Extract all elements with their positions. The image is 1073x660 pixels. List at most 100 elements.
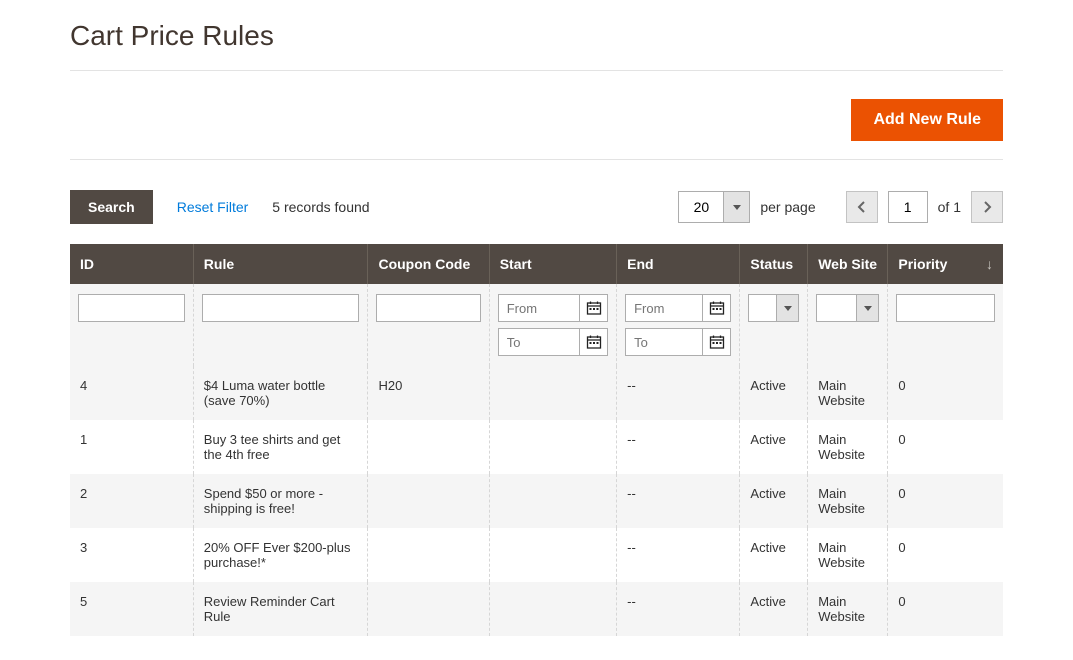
cell-rule: 20% OFF Ever $200-plus purchase!* bbox=[193, 528, 368, 582]
cell-priority: 0 bbox=[888, 366, 1003, 420]
page-title: Cart Price Rules bbox=[70, 20, 1003, 71]
chevron-left-icon bbox=[857, 201, 867, 213]
cell-start bbox=[489, 528, 616, 582]
column-header-id[interactable]: ID bbox=[70, 244, 193, 284]
filter-start-to[interactable] bbox=[498, 328, 608, 356]
table-row[interactable]: 320% OFF Ever $200-plus purchase!* --Acti… bbox=[70, 528, 1003, 582]
cell-website: Main Website bbox=[808, 474, 888, 528]
cell-website: Main Website bbox=[808, 528, 888, 582]
filter-website-select[interactable] bbox=[816, 294, 879, 322]
filter-priority-input[interactable] bbox=[896, 294, 995, 322]
filter-start-to-input[interactable] bbox=[499, 329, 579, 355]
cell-website: Main Website bbox=[808, 366, 888, 420]
cell-status: Active bbox=[740, 366, 808, 420]
cell-start bbox=[489, 474, 616, 528]
cell-coupon bbox=[368, 474, 489, 528]
cell-start bbox=[489, 366, 616, 420]
per-page-select[interactable] bbox=[678, 191, 750, 223]
cell-status: Active bbox=[740, 582, 808, 636]
cell-priority: 0 bbox=[888, 420, 1003, 474]
cell-coupon bbox=[368, 528, 489, 582]
add-new-rule-button[interactable]: Add New Rule bbox=[851, 99, 1003, 141]
reset-filter-link[interactable]: Reset Filter bbox=[177, 199, 249, 215]
cell-id: 1 bbox=[70, 420, 193, 474]
cell-end: -- bbox=[617, 366, 740, 420]
per-page-label: per page bbox=[760, 199, 815, 215]
table-row[interactable]: 5Review Reminder Cart Rule --ActiveMain W… bbox=[70, 582, 1003, 636]
cell-website: Main Website bbox=[808, 420, 888, 474]
cell-rule: $4 Luma water bottle (save 70%) bbox=[193, 366, 368, 420]
cell-end: -- bbox=[617, 582, 740, 636]
cell-priority: 0 bbox=[888, 474, 1003, 528]
chevron-right-icon bbox=[982, 201, 992, 213]
table-row[interactable]: 2Spend $50 or more - shipping is free! --… bbox=[70, 474, 1003, 528]
prev-page-button[interactable] bbox=[846, 191, 878, 223]
cell-end: -- bbox=[617, 420, 740, 474]
pager: per page of 1 bbox=[678, 191, 1003, 223]
calendar-button[interactable] bbox=[579, 329, 607, 355]
cell-priority: 0 bbox=[888, 582, 1003, 636]
calendar-button[interactable] bbox=[702, 295, 730, 321]
cell-id: 5 bbox=[70, 582, 193, 636]
column-header-priority[interactable]: Priority ↓ bbox=[888, 244, 1003, 284]
sort-arrow-icon: ↓ bbox=[986, 256, 993, 272]
cell-rule: Review Reminder Cart Rule bbox=[193, 582, 368, 636]
search-button[interactable]: Search bbox=[70, 190, 153, 224]
calendar-icon bbox=[709, 334, 725, 350]
calendar-icon bbox=[709, 300, 725, 316]
calendar-button[interactable] bbox=[579, 295, 607, 321]
filter-id-input[interactable] bbox=[78, 294, 185, 322]
filter-status-select[interactable] bbox=[748, 294, 799, 322]
next-page-button[interactable] bbox=[971, 191, 1003, 223]
column-header-priority-label: Priority bbox=[898, 256, 947, 272]
filter-end-to-input[interactable] bbox=[626, 329, 702, 355]
page-actions: Add New Rule bbox=[70, 81, 1003, 160]
filter-end-to[interactable] bbox=[625, 328, 731, 356]
chevron-down-icon bbox=[732, 202, 742, 212]
cell-status: Active bbox=[740, 420, 808, 474]
cell-status: Active bbox=[740, 474, 808, 528]
cell-website: Main Website bbox=[808, 582, 888, 636]
filter-rule-input[interactable] bbox=[202, 294, 360, 322]
per-page-input[interactable] bbox=[679, 192, 723, 222]
column-header-coupon-code[interactable]: Coupon Code bbox=[368, 244, 489, 284]
chevron-down-icon bbox=[783, 303, 793, 313]
per-page-dropdown-toggle[interactable] bbox=[723, 192, 749, 222]
cell-id: 3 bbox=[70, 528, 193, 582]
column-header-end[interactable]: End bbox=[617, 244, 740, 284]
cell-priority: 0 bbox=[888, 528, 1003, 582]
cell-rule: Buy 3 tee shirts and get the 4th free bbox=[193, 420, 368, 474]
column-header-start[interactable]: Start bbox=[489, 244, 616, 284]
cell-coupon: H20 bbox=[368, 366, 489, 420]
cell-status: Active bbox=[740, 528, 808, 582]
filter-end-from[interactable] bbox=[625, 294, 731, 322]
rules-grid: ID Rule Coupon Code Start End Status Web… bbox=[70, 244, 1003, 636]
cell-start bbox=[489, 420, 616, 474]
column-header-rule[interactable]: Rule bbox=[193, 244, 368, 284]
filter-start-from[interactable] bbox=[498, 294, 608, 322]
calendar-icon bbox=[586, 300, 602, 316]
cell-id: 2 bbox=[70, 474, 193, 528]
cell-rule: Spend $50 or more - shipping is free! bbox=[193, 474, 368, 528]
filter-row bbox=[70, 284, 1003, 366]
total-pages-label: of 1 bbox=[938, 199, 961, 215]
cell-coupon bbox=[368, 582, 489, 636]
column-header-status[interactable]: Status bbox=[740, 244, 808, 284]
cell-end: -- bbox=[617, 528, 740, 582]
filter-end-from-input[interactable] bbox=[626, 295, 702, 321]
table-row[interactable]: 1Buy 3 tee shirts and get the 4th free --… bbox=[70, 420, 1003, 474]
cell-id: 4 bbox=[70, 366, 193, 420]
table-row[interactable]: 4$4 Luma water bottle (save 70%)H20 --Act… bbox=[70, 366, 1003, 420]
filter-start-from-input[interactable] bbox=[499, 295, 579, 321]
grid-toolbar: Search Reset Filter 5 records found per … bbox=[70, 190, 1003, 224]
calendar-button[interactable] bbox=[702, 329, 730, 355]
records-found-label: 5 records found bbox=[272, 199, 369, 215]
calendar-icon bbox=[586, 334, 602, 350]
column-header-website[interactable]: Web Site bbox=[808, 244, 888, 284]
filter-coupon-input[interactable] bbox=[376, 294, 480, 322]
cell-start bbox=[489, 582, 616, 636]
chevron-down-icon bbox=[863, 303, 873, 313]
current-page-input[interactable] bbox=[888, 191, 928, 223]
cell-coupon bbox=[368, 420, 489, 474]
cell-end: -- bbox=[617, 474, 740, 528]
